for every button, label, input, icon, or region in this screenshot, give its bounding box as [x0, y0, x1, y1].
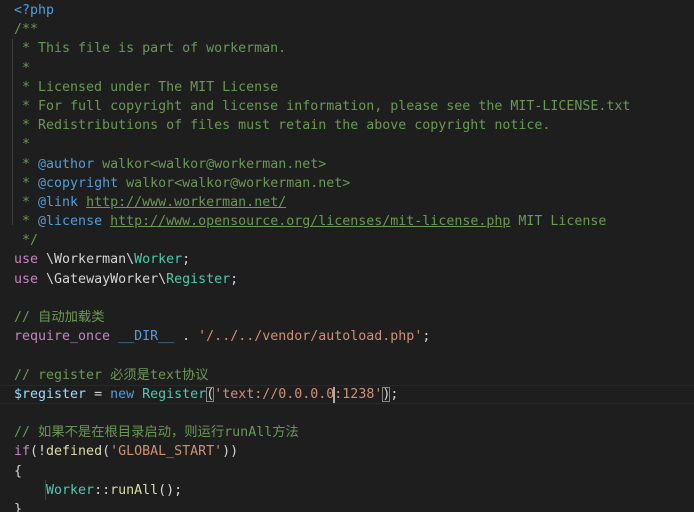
- code-token: http://www.workerman.net/: [86, 194, 287, 210]
- code-token: @link: [38, 194, 79, 210]
- code-token: @copyright: [38, 175, 119, 191]
- code-content[interactable]: <?php /** * This file is part of workerma…: [0, 0, 694, 512]
- code-token: MIT License: [510, 214, 607, 230]
- code-token: *: [14, 175, 39, 191]
- code-line[interactable]: require_once __DIR__ . '/../../vendor/au…: [0, 327, 694, 346]
- code-line[interactable]: [0, 346, 694, 365]
- code-token: ();: [158, 482, 183, 498]
- code-token: ;: [182, 252, 191, 268]
- code-line[interactable]: * This file is part of workerman.: [0, 39, 694, 58]
- code-token: ;: [390, 386, 399, 402]
- code-token: * This file is part of workerman.: [14, 41, 287, 57]
- code-token: // 自动加载类: [14, 310, 105, 325]
- bracket-match-highlight: (: [206, 386, 215, 402]
- code-token: Register: [142, 386, 207, 402]
- code-token: Register: [166, 271, 231, 287]
- code-token: use: [14, 252, 39, 268]
- code-token: if: [14, 444, 31, 460]
- code-token: walkor<walkor@workerman.net>: [118, 175, 351, 191]
- code-line[interactable]: * @copyright walkor<walkor@workerman.net…: [0, 174, 694, 193]
- code-line[interactable]: if(!defined('GLOBAL_START')): [0, 442, 694, 461]
- code-token: walkor<walkor@workerman.net>: [94, 156, 327, 172]
- code-line[interactable]: * @license http://www.opensource.org/lic…: [0, 212, 694, 231]
- code-token: :1238': [334, 386, 383, 402]
- code-line[interactable]: <?php: [0, 1, 694, 20]
- code-token: * Redistributions of files must retain t…: [14, 118, 551, 134]
- code-token: 'GLOBAL_START': [110, 444, 223, 460]
- code-line[interactable]: * Redistributions of files must retain t…: [0, 116, 694, 135]
- code-token: http://www.opensource.org/licenses/mit-l…: [110, 214, 511, 230]
- code-line[interactable]: */: [0, 231, 694, 250]
- code-line[interactable]: * @author walkor<walkor@workerman.net>: [0, 155, 694, 174]
- code-token: use: [14, 271, 39, 287]
- code-token: )): [222, 444, 239, 460]
- code-token: *: [14, 194, 39, 210]
- code-line[interactable]: // register 必须是text协议: [0, 366, 694, 385]
- code-line-active[interactable]: $register = new Register('text://0.0.0.0…: [0, 384, 694, 404]
- code-line[interactable]: use \Workerman\Worker;: [0, 250, 694, 269]
- code-line[interactable]: Worker::runAll();: [0, 481, 694, 500]
- code-token: *: [14, 60, 31, 76]
- code-line[interactable]: *: [0, 135, 694, 154]
- code-line[interactable]: use \GatewayWorker\Register;: [0, 270, 694, 289]
- code-token: ::: [94, 482, 111, 498]
- code-token: Worker: [46, 482, 95, 498]
- code-line[interactable]: }: [0, 500, 694, 512]
- code-token: // register 必须是text协议: [14, 367, 209, 383]
- code-token: defined: [46, 444, 103, 460]
- code-token: *: [14, 137, 31, 153]
- code-token: // 如果不是在根目录启动，则运行runAll方法: [14, 425, 299, 441]
- code-token: ;: [422, 329, 431, 345]
- code-token: \Workerman\: [38, 252, 135, 268]
- code-line[interactable]: * @link http://www.workerman.net/: [0, 193, 694, 212]
- code-token: new: [110, 386, 135, 402]
- code-token: \GatewayWorker\: [38, 271, 167, 287]
- code-line[interactable]: {: [0, 462, 694, 481]
- code-token: __DIR__: [118, 329, 175, 345]
- code-token: <?php: [14, 3, 55, 18]
- code-line[interactable]: // 自动加载类: [0, 308, 694, 327]
- code-token: $register: [14, 386, 87, 402]
- code-token: */: [14, 233, 39, 249]
- code-token: ;: [230, 271, 239, 287]
- code-line[interactable]: /**: [0, 20, 694, 39]
- code-editor[interactable]: <?php /** * This file is part of workerma…: [0, 0, 694, 512]
- code-token: *: [14, 156, 39, 172]
- code-token: * For full copyright and license informa…: [14, 98, 631, 114]
- code-line[interactable]: *: [0, 59, 694, 78]
- code-token: @author: [38, 156, 95, 172]
- code-token: 'text://0.0.0.0: [214, 386, 335, 402]
- code-token: /**: [14, 22, 39, 38]
- code-line[interactable]: // 如果不是在根目录启动，则运行runAll方法: [0, 423, 694, 442]
- code-token: *: [14, 214, 39, 230]
- code-token: @license: [38, 214, 103, 230]
- code-token: require_once: [14, 329, 111, 345]
- code-token: '/../../vendor/autoload.php': [198, 329, 423, 345]
- code-token: Worker: [134, 252, 183, 268]
- code-token: runAll: [110, 482, 159, 498]
- code-token: =: [86, 386, 111, 402]
- code-token: }: [14, 501, 23, 512]
- code-token: {: [14, 463, 23, 479]
- code-line[interactable]: * Licensed under The MIT License: [0, 78, 694, 97]
- code-line[interactable]: * For full copyright and license informa…: [0, 97, 694, 116]
- code-line[interactable]: [0, 404, 694, 423]
- code-token: * Licensed under The MIT License: [14, 79, 279, 95]
- code-line[interactable]: [0, 289, 694, 308]
- code-token: (!: [30, 444, 47, 460]
- code-token: .: [174, 329, 199, 345]
- code-token: (: [102, 444, 111, 460]
